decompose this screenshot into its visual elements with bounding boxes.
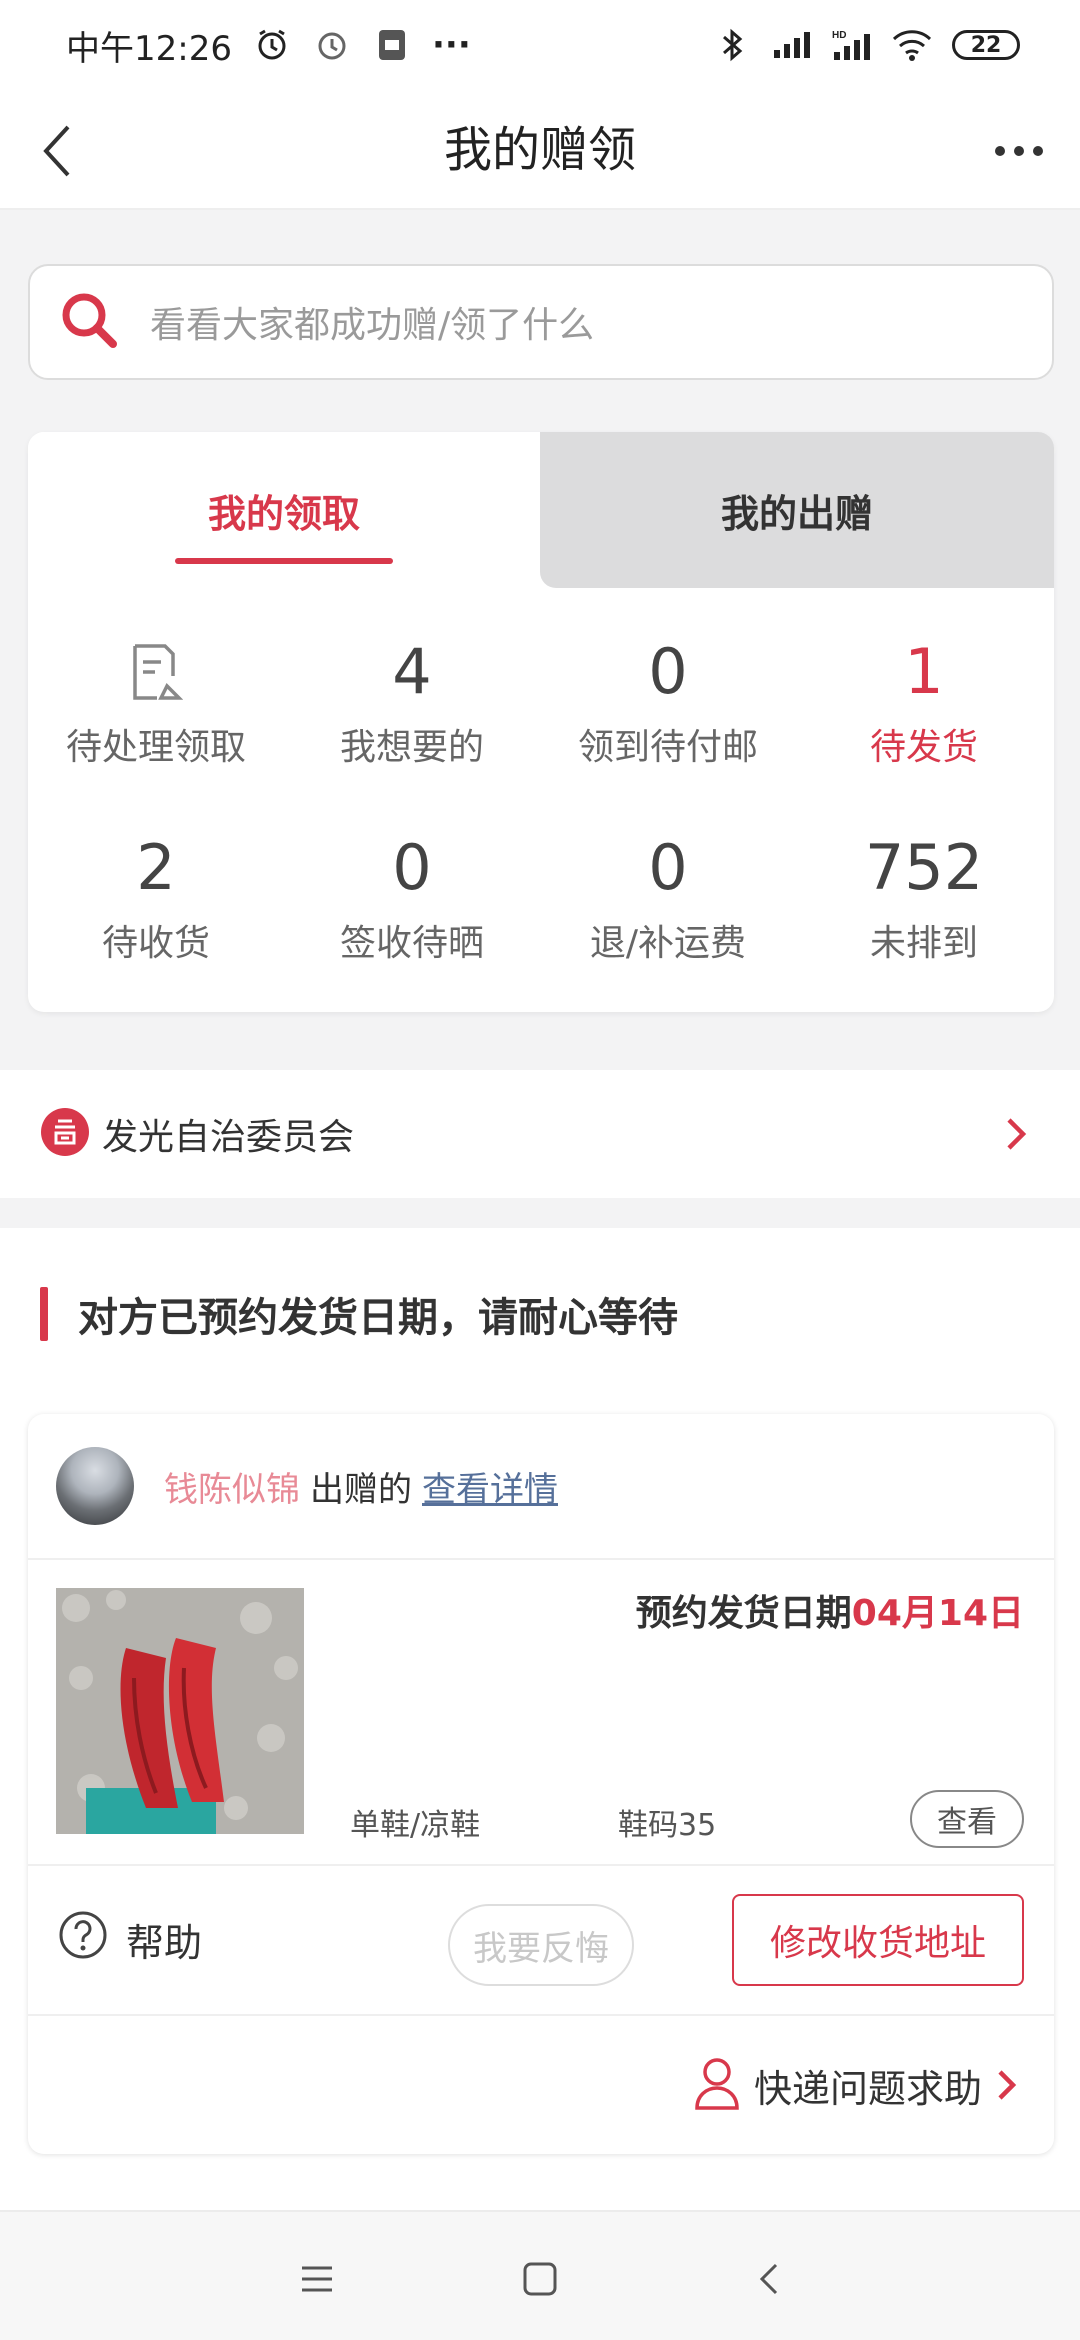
view-details-link[interactable]: 查看详情 xyxy=(422,1462,558,1511)
menu-icon xyxy=(302,2266,332,2292)
section-accent-bar xyxy=(40,1287,48,1341)
ship-date-label: 预约发货日期 xyxy=(635,1593,852,1634)
section-heading: 对方已预约发货日期，请耐心等待 xyxy=(40,1286,678,1342)
product-image[interactable] xyxy=(56,1588,304,1834)
bluetooth-icon xyxy=(712,25,752,65)
order-actions: 帮助 我要反悔 修改收货地址 xyxy=(28,1866,1054,2016)
stat-value: 0 xyxy=(392,831,432,904)
express-help-label: 快递问题求助 xyxy=(753,2066,982,2111)
stat-value: 752 xyxy=(864,831,984,904)
stat-label: 未排到 xyxy=(869,923,978,964)
signal-icon xyxy=(772,25,812,65)
donated-text: 出赠的 xyxy=(310,1469,412,1510)
stat-label: 我想要的 xyxy=(339,727,484,768)
stat-label: 退/补运费 xyxy=(589,923,747,964)
stat-awaiting-receipt[interactable]: 2 待收货 xyxy=(28,828,284,966)
more-options-button[interactable] xyxy=(984,116,1054,186)
chevron-right-icon xyxy=(988,1106,1044,1162)
express-help-row[interactable]: 快递问题求助 xyxy=(28,2016,1054,2154)
help-label: 帮助 xyxy=(126,1921,203,1965)
stats-card: 我的领取 我的出赠 待处理领取 4 我想要的 0 领到待付邮 1 待发货 2 待… xyxy=(28,432,1054,1012)
battery-icon: 22 xyxy=(952,30,1020,60)
more-dots-icon xyxy=(995,146,1043,156)
product-size: 鞋码35 xyxy=(618,1808,717,1843)
help-button[interactable]: 帮助 xyxy=(58,1910,202,1969)
section-title-text: 对方已预约发货日期，请耐心等待 xyxy=(78,1295,678,1341)
alarm-icon xyxy=(252,25,292,65)
tab-underline xyxy=(175,558,393,564)
alarm-outline-icon xyxy=(312,25,352,65)
order-header: 钱陈似锦 出赠的 查看详情 xyxy=(28,1414,1054,1560)
search-icon xyxy=(58,289,120,355)
stats-grid: 待处理领取 4 我想要的 0 领到待付邮 1 待发货 2 待收货 0 签收待晒 … xyxy=(28,588,1054,1012)
tab-my-donations[interactable]: 我的出赠 xyxy=(540,432,1054,588)
home-nav-button[interactable] xyxy=(505,2244,575,2314)
donor-name[interactable]: 钱陈似锦 xyxy=(164,1462,300,1511)
stat-value: 1 xyxy=(904,635,944,708)
back-triangle-icon xyxy=(759,2263,778,2295)
chevron-right-icon xyxy=(996,2065,1026,2105)
stat-label: 待收货 xyxy=(101,923,210,964)
stat-value: 0 xyxy=(648,831,688,904)
menu-nav-button[interactable] xyxy=(282,2244,352,2314)
hd-signal-icon: HD xyxy=(832,25,872,65)
ship-date: 预约发货日期04月14日 xyxy=(636,1584,1024,1636)
mi-app-icon xyxy=(372,25,412,65)
order-item[interactable]: 预约发货日期04月14日 单鞋/凉鞋 鞋码35 查看 xyxy=(28,1560,1054,1866)
modify-address-button[interactable]: 修改收货地址 xyxy=(732,1894,1024,1986)
page-title: 我的赠领 xyxy=(443,122,636,178)
stat-wanted[interactable]: 4 我想要的 xyxy=(284,632,540,770)
search-placeholder: 看看大家都成功赠/领了什么 xyxy=(150,305,595,346)
stat-label: 签收待晒 xyxy=(339,923,484,964)
home-square-icon xyxy=(523,2262,557,2296)
committee-row[interactable]: 发光自治委员会 xyxy=(0,1070,1080,1198)
status-bar: 中午12:26 ··· HD 22 xyxy=(0,0,1080,90)
app-header: 我的赠领 xyxy=(0,90,1080,210)
system-nav-bar xyxy=(0,2210,1080,2340)
committee-icon xyxy=(40,1107,90,1161)
stat-label: 待处理领取 xyxy=(65,727,246,768)
stat-awaiting-postage[interactable]: 0 领到待付邮 xyxy=(540,632,796,770)
view-button[interactable]: 查看 xyxy=(910,1790,1024,1848)
help-icon xyxy=(58,1910,108,1969)
svg-text:HD: HD xyxy=(832,30,846,41)
tab-label: 我的领取 xyxy=(207,491,360,536)
stat-not-queued[interactable]: 752 未排到 xyxy=(796,828,1052,966)
product-category: 单鞋/凉鞋 xyxy=(350,1808,481,1843)
stat-awaiting-shipment[interactable]: 1 待发货 xyxy=(796,632,1052,770)
tab-my-claims[interactable]: 我的领取 xyxy=(28,432,540,588)
order-card: 钱陈似锦 出赠的 查看详情 预约发货日期04月14日 单鞋/凉鞋 鞋码35 查看… xyxy=(28,1414,1054,2154)
ship-date-value: 04月14日 xyxy=(851,1593,1024,1634)
stat-shipping-refund[interactable]: 0 退/补运费 xyxy=(540,828,796,966)
back-nav-button[interactable] xyxy=(734,2244,804,2314)
stat-value: 0 xyxy=(648,635,688,708)
stat-signed-awaiting-share[interactable]: 0 签收待晒 xyxy=(284,828,540,966)
wifi-icon xyxy=(892,25,932,65)
document-edit-icon xyxy=(28,632,284,712)
regret-button[interactable]: 我要反悔 xyxy=(448,1904,634,1986)
stat-value: 2 xyxy=(136,831,176,904)
stat-value: 4 xyxy=(392,635,432,708)
stat-label: 待发货 xyxy=(869,727,978,768)
committee-label: 发光自治委员会 xyxy=(102,1117,355,1158)
status-more-dots: ··· xyxy=(431,25,471,65)
shipment-section: 对方已预约发货日期，请耐心等待 钱陈似锦 出赠的 查看详情 预约发货日期04月1… xyxy=(0,1228,1080,2238)
tab-bar: 我的领取 我的出赠 xyxy=(28,432,1054,588)
tab-label: 我的出赠 xyxy=(720,491,873,536)
status-time: 中午12:26 xyxy=(66,28,232,69)
avatar[interactable] xyxy=(56,1447,134,1525)
stat-label: 领到待付邮 xyxy=(577,727,758,768)
search-bar[interactable]: 看看大家都成功赠/领了什么 xyxy=(28,264,1054,380)
stat-pending-claims[interactable]: 待处理领取 xyxy=(28,632,284,770)
person-icon xyxy=(694,2056,740,2114)
